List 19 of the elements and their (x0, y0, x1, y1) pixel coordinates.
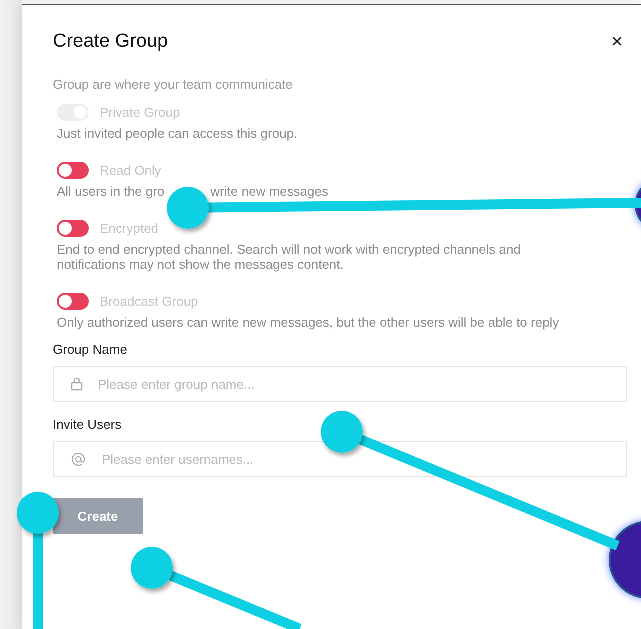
input-field[interactable]: Please enter usernames... (53, 441, 627, 477)
option-label: Broadcast Group (100, 294, 198, 309)
option-label: Private Group (100, 105, 180, 120)
option-description: Only authorized users can write new messages, but the other users will be able to reply (57, 315, 560, 330)
option-description: write new messages (210, 184, 328, 199)
field-label: Group Name (53, 342, 128, 357)
toggle-switch[interactable] (57, 162, 89, 179)
option-description: All users in the gro (57, 184, 165, 199)
toggle-switch[interactable] (57, 293, 89, 310)
toggle-switch[interactable] (57, 220, 89, 237)
input-field[interactable]: Please enter group name... (53, 366, 627, 402)
field-label: Invite Users (53, 417, 123, 432)
option-description: End to end encrypted channel. Search will not work with encrypted channels and notifications may not show the messages content. (57, 242, 521, 272)
option-label: Encrypted (100, 221, 159, 236)
dialog-title: Create Group (53, 31, 168, 53)
intro-text: Group are where your team communicate (53, 77, 294, 92)
option-description: Just invited people can access this group. (57, 126, 298, 141)
close-button[interactable]: × (607, 32, 627, 52)
option-label: Read Only (100, 163, 162, 178)
